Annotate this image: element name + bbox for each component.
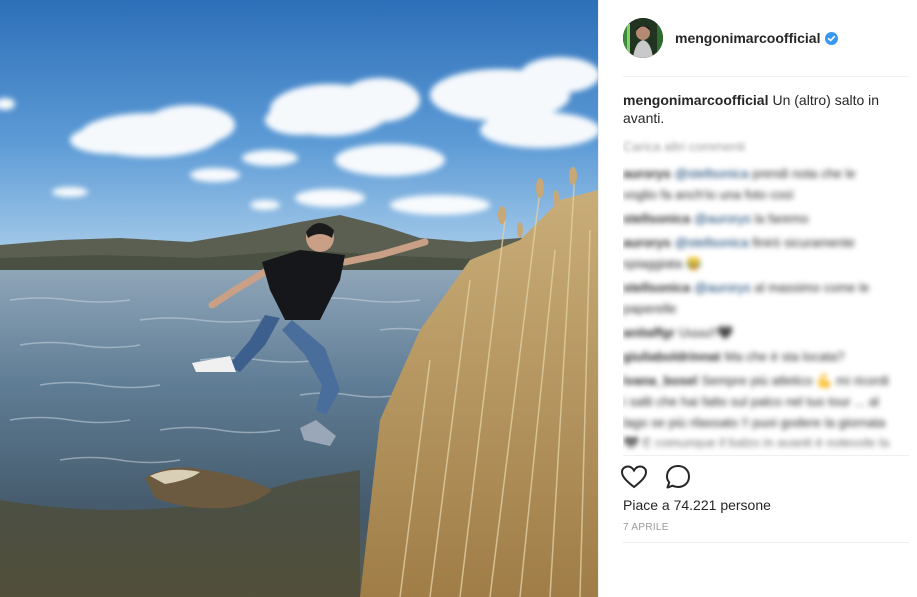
lake-jump-photo: [0, 0, 598, 597]
comment-mention[interactable]: @aurorys: [694, 280, 751, 295]
like-button[interactable]: [619, 462, 649, 492]
header-divider: [623, 76, 909, 77]
post-header: mengonimarcoofficial: [599, 0, 917, 76]
post-caption: mengonimarcoofficial Un (altro) salto in …: [623, 91, 891, 127]
comment-mention[interactable]: @stellsonica: [675, 166, 749, 181]
comment-username[interactable]: ivana_bosel: [623, 373, 697, 388]
comment-item: aurorys @stellsonica prendi nota che le v…: [623, 163, 893, 205]
comments-fade: [623, 438, 893, 456]
post-photo[interactable]: [0, 0, 598, 597]
comment-item: anitaffgr Uuuu!!🖤: [623, 322, 893, 343]
comment-mention[interactable]: @aurorys: [694, 211, 751, 226]
post-side-panel: mengonimarcoofficial mengonimarcoofficia…: [598, 0, 917, 597]
post-actions: [619, 462, 707, 492]
post-date[interactable]: 7 APRILE: [623, 522, 669, 533]
likes-count[interactable]: Piace a 74.221 persone: [623, 497, 771, 513]
comment-mention[interactable]: @stellsonica: [675, 235, 749, 250]
comment-username[interactable]: stellsonica: [623, 280, 690, 295]
likes-number: 74.221: [673, 497, 717, 513]
comment-item: stellsonica @aurorys la faremo: [623, 208, 893, 229]
likes-prefix: Piace a: [623, 497, 670, 513]
comment-username[interactable]: giuliaboldrinnat: [623, 349, 721, 364]
avatar[interactable]: [623, 18, 663, 58]
comment-text: la faremo: [754, 211, 809, 226]
comment-button[interactable]: [663, 462, 693, 492]
heart-icon: [621, 465, 647, 489]
comment-bubble-icon: [666, 465, 690, 489]
comment-item: stellsonica @aurorys al massimo come le p…: [623, 277, 893, 319]
avatar-image: [623, 18, 663, 58]
comment-username[interactable]: stellsonica: [623, 211, 690, 226]
comment-item: giuliaboldrinnat Ma che è sta locata?: [623, 346, 893, 367]
comments-list: Carica altri commenti aurorys @stellsonic…: [623, 136, 893, 456]
comment-item: aurorys @stellsonica finirò sicuramente s…: [623, 232, 893, 274]
load-more-comments[interactable]: Carica altri commenti: [623, 136, 893, 157]
verified-badge-icon: [825, 31, 839, 45]
actions-divider: [623, 455, 909, 456]
comment-username[interactable]: aurorys: [623, 235, 671, 250]
comment-text: Uuuu!!🖤: [679, 325, 734, 340]
instagram-post: mengonimarcoofficial mengonimarcoofficia…: [0, 0, 917, 597]
comment-text: Ma che è sta locata?: [724, 349, 845, 364]
likes-suffix: persone: [720, 497, 771, 513]
bottom-divider: [623, 542, 909, 543]
comment-username[interactable]: aurorys: [623, 166, 671, 181]
caption-username[interactable]: mengonimarcoofficial: [623, 92, 768, 108]
post-username[interactable]: mengonimarcoofficial: [675, 30, 820, 46]
comment-username[interactable]: anitaffgr: [623, 325, 675, 340]
